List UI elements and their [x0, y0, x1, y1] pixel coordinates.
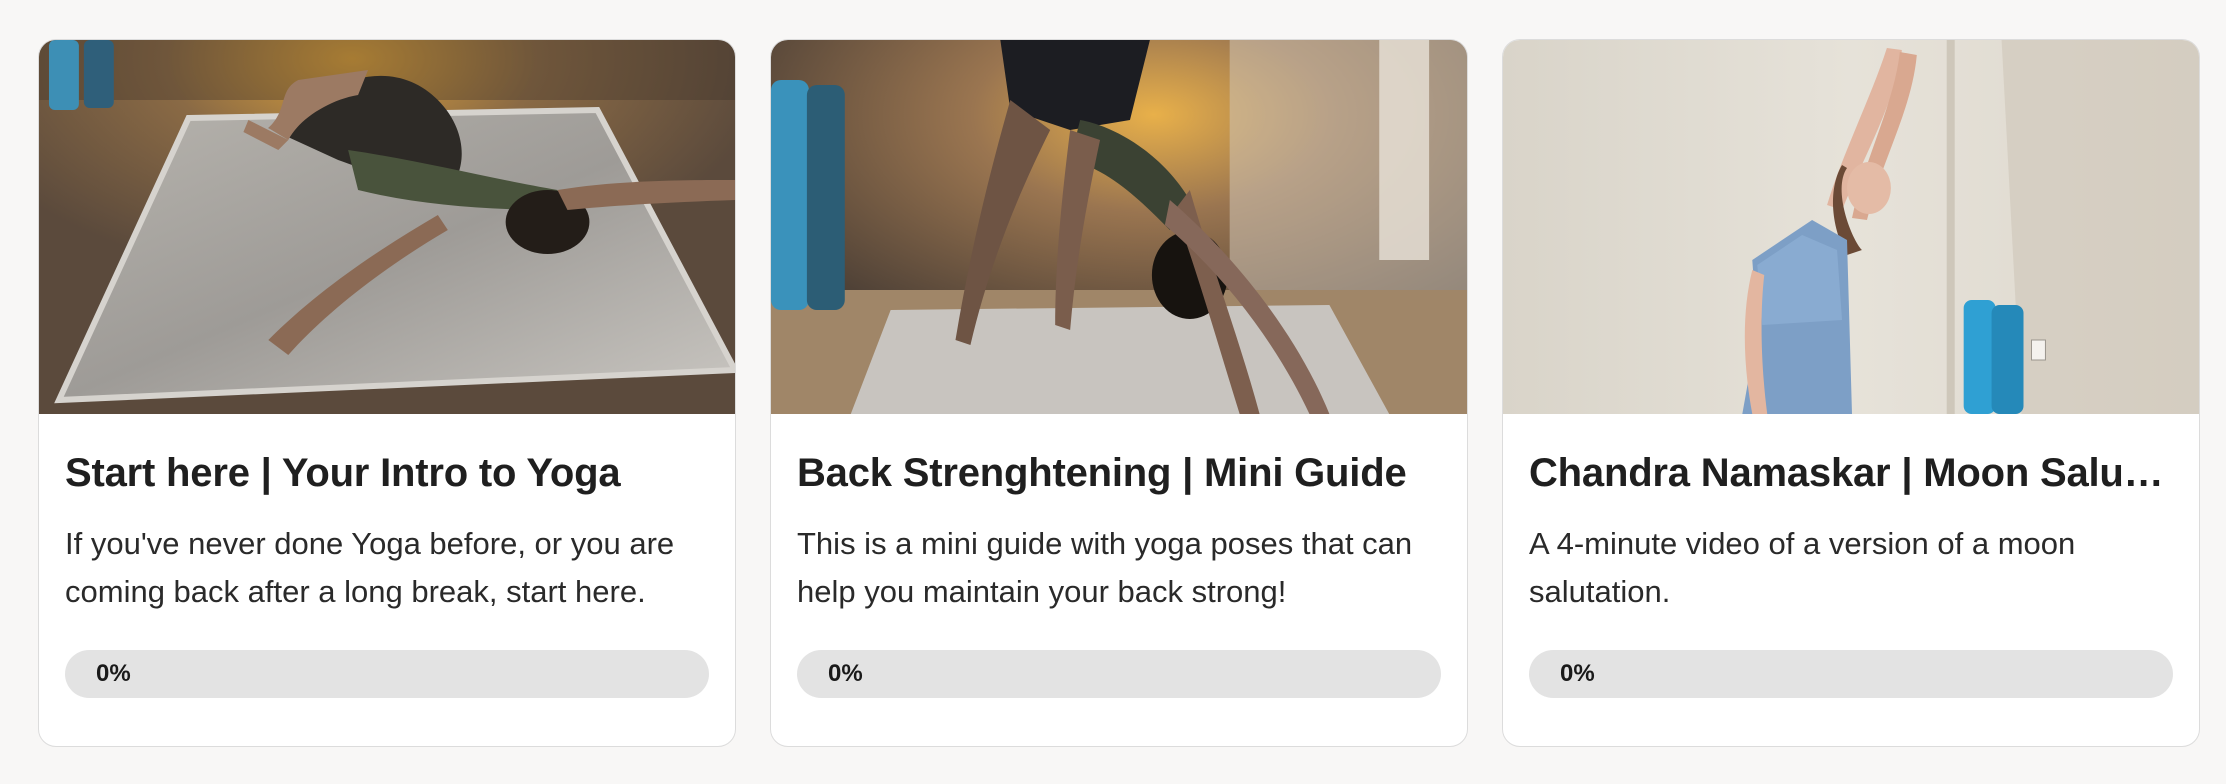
- course-title[interactable]: Chandra Namaskar | Moon Salutation: [1529, 448, 2173, 498]
- course-card[interactable]: Start here | Your Intro to Yoga If you'v…: [38, 39, 736, 747]
- course-thumbnail[interactable]: [39, 40, 735, 414]
- course-grid: Start here | Your Intro to Yoga If you'v…: [38, 39, 2200, 747]
- course-title[interactable]: Back Strenghtening | Mini Guide: [797, 448, 1441, 498]
- progress-label: 0%: [96, 660, 131, 687]
- progress-label: 0%: [828, 660, 863, 687]
- course-thumbnail[interactable]: [1503, 40, 2199, 414]
- course-card[interactable]: Chandra Namaskar | Moon Salutation A 4-m…: [1502, 39, 2200, 747]
- course-card[interactable]: Back Strenghtening | Mini Guide This is …: [770, 39, 1468, 747]
- progress-bar: 0%: [65, 650, 709, 698]
- course-description: This is a mini guide with yoga poses tha…: [797, 526, 1413, 609]
- yoga-downward-dog-image: [771, 40, 1467, 414]
- progress-bar: 0%: [1529, 650, 2173, 698]
- progress-label: 0%: [1560, 660, 1595, 687]
- course-description: A 4-minute video of a version of a moon …: [1529, 526, 2076, 609]
- yoga-lying-twist-image: [39, 40, 735, 414]
- yoga-standing-stretch-image: [1503, 40, 2199, 414]
- course-description: If you've never done Yoga before, or you…: [65, 526, 675, 609]
- course-title[interactable]: Start here | Your Intro to Yoga: [65, 448, 709, 498]
- course-thumbnail[interactable]: [771, 40, 1467, 414]
- progress-bar: 0%: [797, 650, 1441, 698]
